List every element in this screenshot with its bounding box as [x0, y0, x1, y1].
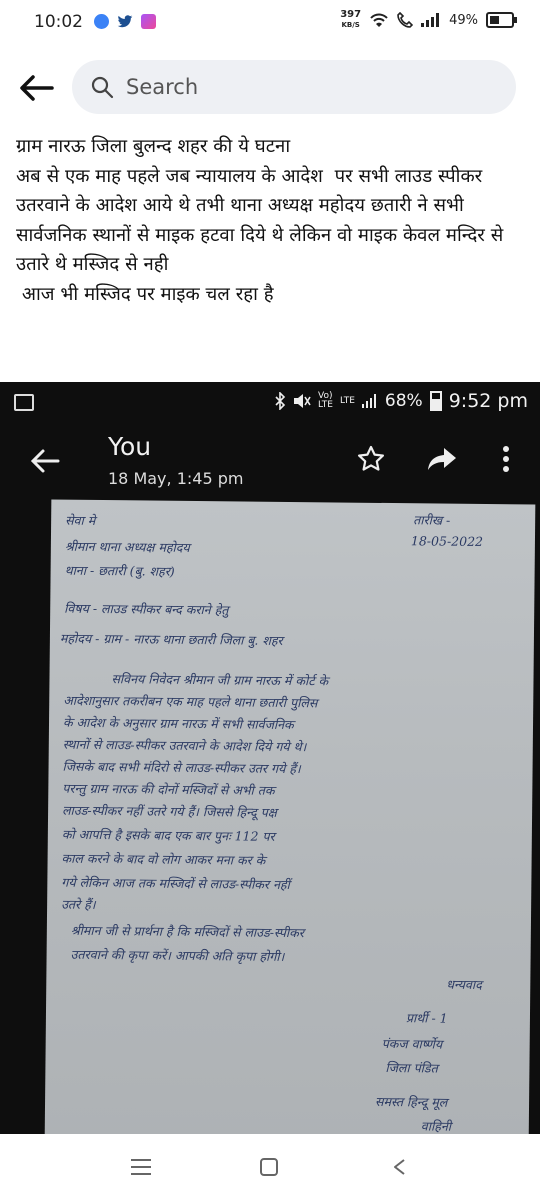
app-icon-blue [94, 14, 109, 29]
letter-line: उतरे हैं। [61, 896, 96, 912]
volte-label: Vo) LTE [317, 391, 333, 410]
letter-line: परन्तु ग्राम नारऊ की दोनों मस्जिदों से अ… [62, 780, 275, 798]
mute-icon [293, 394, 311, 408]
letter-line: महोदय - ग्राम - नारऊ थाना छतारी जिला बु.… [59, 630, 283, 648]
image-icon [14, 394, 34, 411]
star-icon [358, 445, 384, 471]
letter-line: के आदेश के अनुसार ग्राम नारऊ में सभी सार… [62, 714, 294, 733]
letter-line: श्रीमान थाना अध्यक्ष महोदय [64, 538, 190, 555]
status-bar: 10:02 397 KB/S 49% [0, 0, 540, 46]
letter-line: लाउड-स्पीकर नहीं उतरे गये हैं। जिससे हिन… [62, 802, 277, 820]
letter-line: जिसके बाद सभी मंदिरो से लाउड-स्पीकर उतर … [62, 758, 301, 777]
letter-line: पंकज वार्ष्णेय [381, 1035, 443, 1052]
status-right: 397 KB/S 49% [340, 9, 517, 30]
app-icon-purple [141, 14, 156, 29]
navigation-bar [0, 1134, 540, 1200]
letter-line: श्रीमान जी से प्रार्थना है कि मस्जिदों स… [70, 922, 304, 941]
bluetooth-icon [275, 392, 286, 410]
letter-line: धन्यवाद [446, 976, 482, 993]
back-arrow-icon[interactable] [18, 72, 54, 104]
call-icon [397, 12, 414, 28]
recent-apps-icon[interactable] [130, 1158, 152, 1176]
embedded-time: 9:52 pm [448, 390, 528, 412]
letter-line: गये लेकिन आज तक मस्जिदों से लाउड-स्पीकर … [61, 874, 290, 893]
message-date: 18 May, 1:45 pm [108, 469, 244, 488]
letter-line: सविनय निवेदन श्रीमान जी ग्राम नारऊ में क… [111, 671, 329, 689]
search-bar[interactable] [72, 60, 516, 114]
letter-line: वाहिनी [420, 1118, 452, 1134]
letter-line: स्थानों से लाउड-स्पीकर उतरवाने के आदेश द… [62, 736, 307, 755]
letter-line: काल करने के बाद वो लोग आकर मना कर के [61, 850, 266, 868]
embedded-status-bar: Vo) LTE LTE 68% 9:52 pm [0, 382, 540, 420]
letter-line: को आपत्ति है इसके बाद एक बार पुनः 112 पर [61, 826, 275, 844]
post-image[interactable]: Vo) LTE LTE 68% 9:52 pm You 18 May, 1:45 … [0, 382, 540, 1134]
embedded-status-right: Vo) LTE LTE 68% 9:52 pm [274, 390, 528, 412]
post-text: ग्राम नारऊ जिला बुलन्द शहर की ये घटना अब… [16, 136, 504, 305]
battery-icon [486, 12, 517, 28]
home-icon[interactable] [260, 1158, 278, 1176]
letter-line: जिला पंडित [385, 1060, 438, 1076]
embedded-back-icon [30, 449, 60, 473]
more-vert-icon [503, 446, 509, 472]
top-bar [0, 58, 540, 118]
status-time: 10:02 [34, 12, 83, 32]
letter-line: आदेशानुसार तकरीबन एक माह पहले थाना छतारी… [63, 692, 318, 711]
search-icon [91, 76, 114, 99]
search-input[interactable] [124, 74, 488, 100]
network-speed: 397 KB/S [340, 9, 362, 30]
wifi-icon [370, 13, 388, 27]
twitter-icon [117, 14, 133, 27]
letter-line: प्रार्थी - 1 [405, 1010, 448, 1026]
signal-icon [421, 13, 440, 27]
share-icon [428, 448, 456, 470]
embedded-battery-icon [429, 391, 442, 411]
embedded-signal-icon [361, 394, 376, 408]
letter-date-label: तारीख - [413, 512, 451, 528]
nav-back-icon[interactable] [390, 1157, 410, 1177]
handwritten-letter: तारीख - 18-05-2022 सेवा मे श्रीमान थाना … [44, 499, 536, 1134]
battery-percent: 49% [449, 12, 478, 28]
notification-icons [94, 14, 156, 29]
email-header: You 18 May, 1:45 pm [0, 422, 540, 496]
letter-line: विषय - लाउड स्पीकर बन्द कराने हेतु [64, 600, 229, 618]
lte-label: LTE [339, 395, 355, 406]
letter-line: उतरवाने की कृपा करें। आपकी अति कृपा होगी… [70, 946, 285, 964]
letter-line: सेवा मे [65, 512, 96, 528]
letter-line: थाना - छतारी (बु. शहर) [64, 562, 175, 579]
letter-line: समस्त हिन्दू मूल [375, 1093, 448, 1110]
sender-name: You [108, 432, 152, 461]
embedded-battery-percent: 68% [384, 391, 423, 411]
letter-date: 18-05-2022 [410, 533, 484, 550]
